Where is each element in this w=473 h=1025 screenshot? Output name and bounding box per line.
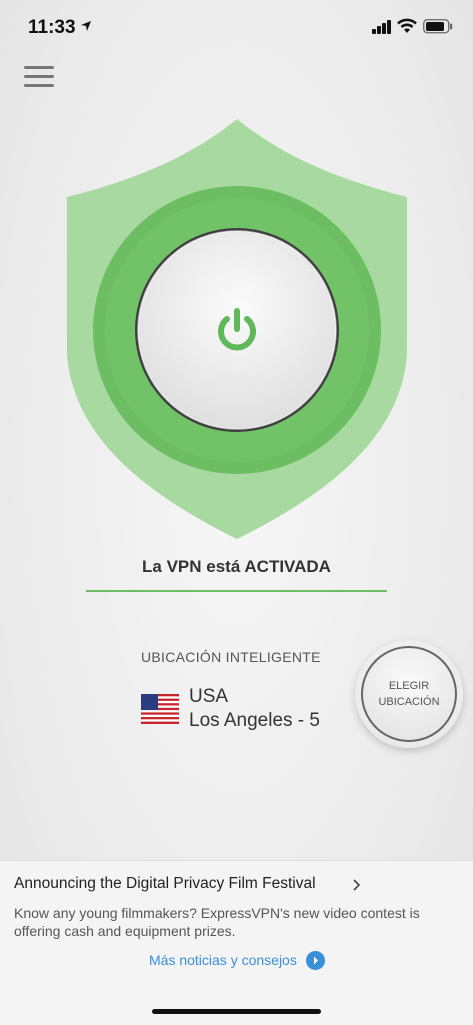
news-body: Know any young filmmakers? ExpressVPN's … [14, 905, 420, 939]
power-icon [218, 308, 256, 351]
location-country[interactable]: USA [189, 686, 228, 708]
choose-location-label-2: UBICACIÓN [378, 696, 440, 708]
more-news-link[interactable]: Más noticias y consejos [149, 952, 297, 968]
home-indicator [152, 1009, 321, 1014]
status-bar: 11:33 [0, 0, 473, 56]
chevron-right-icon[interactable] [352, 878, 362, 892]
arrow-right-circle-icon[interactable] [306, 951, 325, 970]
menu-button[interactable] [22, 64, 56, 90]
battery-icon [423, 19, 453, 34]
status-time: 11:33 [28, 17, 76, 38]
choose-location-label-1: ELEGIR [388, 680, 430, 692]
signal-icon [372, 20, 391, 34]
choose-location-face: ELEGIR UBICACIÓN [361, 646, 457, 742]
news-title[interactable]: Announcing the Digital Privacy Film Fest… [14, 875, 316, 893]
vpn-status-text: La VPN está ACTIVADA [142, 557, 331, 576]
status-underline [86, 590, 387, 592]
smart-location-label: UBICACIÓN INTELIGENTE [141, 649, 321, 665]
location-city[interactable]: Los Angeles - 5 [189, 710, 320, 732]
location-arrow-icon [81, 21, 91, 31]
us-flag-icon [141, 694, 179, 724]
connect-power-button[interactable] [133, 226, 341, 434]
wifi-icon [397, 18, 417, 33]
choose-location-button[interactable]: ELEGIR UBICACIÓN [355, 640, 463, 748]
